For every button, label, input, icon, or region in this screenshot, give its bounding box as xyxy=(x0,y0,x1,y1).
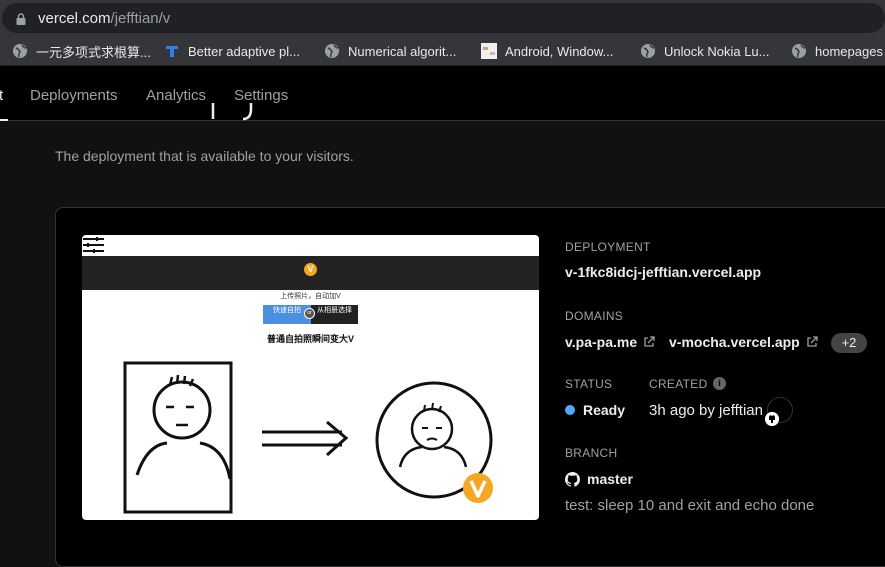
domains-label: DOMAINS xyxy=(565,309,624,323)
external-link-icon xyxy=(807,336,818,347)
address-field[interactable]: vercel.com/jefftian/v xyxy=(2,3,885,33)
url-host: vercel.com xyxy=(38,10,111,27)
tab-deployments[interactable]: Deployments xyxy=(30,87,118,104)
preview-illustration xyxy=(123,361,493,514)
deployment-url-link[interactable]: v-1fkc8idcj-jefftian.vercel.app xyxy=(565,264,761,280)
bookmark-item[interactable]: Numerical algorit... xyxy=(324,42,456,60)
github-icon xyxy=(565,472,580,487)
commit-message: test: sleep 10 and exit and echo done xyxy=(565,497,815,514)
domain-link[interactable]: v-mocha.vercel.app xyxy=(669,334,818,350)
branch-link[interactable]: master xyxy=(587,471,633,487)
globe-icon xyxy=(792,44,806,58)
active-tab-indicator xyxy=(0,119,8,121)
page-heading-clipped xyxy=(211,103,253,121)
lock-icon xyxy=(16,13,26,25)
image-placeholder-icon xyxy=(481,43,497,59)
browser-url-bar: vercel.com/jefftian/v xyxy=(0,0,885,36)
created-label: CREATED xyxy=(649,377,708,391)
bookmark-item[interactable]: Unlock Nokia Lu... xyxy=(640,42,770,60)
more-domains-badge[interactable]: +2 xyxy=(831,333,867,353)
bookmark-label: homepages xyxy=(815,43,883,59)
github-icon xyxy=(765,412,779,426)
bookmark-item[interactable]: Android, Window... xyxy=(481,42,613,60)
bookmark-t-icon xyxy=(166,46,178,57)
bookmark-item[interactable]: 一元多项式求根算... xyxy=(12,42,151,60)
page-subtitle: The deployment that is available to your… xyxy=(55,148,354,164)
bookmark-label: Numerical algorit... xyxy=(348,43,457,59)
deployment-preview[interactable]: V 上传照片，自动加V 快速自拍 从相册选择 or 普通自拍照瞬间变大V xyxy=(82,235,539,520)
globe-icon xyxy=(13,44,27,58)
deployment-label: DEPLOYMENT xyxy=(565,240,651,254)
created-value: 3h ago by jefftian xyxy=(649,402,763,419)
status-value: Ready xyxy=(583,402,626,418)
bookmarks-bar: 一元多项式求根算... Better adaptive pl... Numeri… xyxy=(0,36,885,66)
bookmark-label: Better adaptive pl... xyxy=(188,43,301,59)
bookmark-label: 一元多项式求根算... xyxy=(36,44,151,60)
tab-project[interactable]: t xyxy=(0,87,3,104)
domain-link[interactable]: v.pa-pa.me xyxy=(565,334,655,350)
domain-link-text: v-mocha.vercel.app xyxy=(669,334,800,350)
domain-link-text: v.pa-pa.me xyxy=(565,334,638,350)
info-icon[interactable]: i xyxy=(713,377,726,390)
status-dot-icon xyxy=(565,405,575,415)
status-label: STATUS xyxy=(565,377,613,391)
bookmark-item[interactable]: Better adaptive pl... xyxy=(164,42,300,60)
globe-icon xyxy=(325,44,339,58)
branch-label: BRANCH xyxy=(565,446,618,460)
bookmark-label: Android, Window... xyxy=(505,43,614,59)
project-nav: t Deployments Analytics Settings xyxy=(0,66,885,121)
external-link-icon xyxy=(644,336,655,347)
bookmark-item[interactable]: homepages xyxy=(791,42,883,60)
url-text: vercel.com/jefftian/v xyxy=(38,10,170,27)
globe-icon xyxy=(641,44,655,58)
tab-analytics[interactable]: Analytics xyxy=(146,87,206,104)
url-path: /jefftian/v xyxy=(110,10,171,27)
bookmark-label: Unlock Nokia Lu... xyxy=(664,43,770,59)
tab-settings[interactable]: Settings xyxy=(234,87,288,104)
